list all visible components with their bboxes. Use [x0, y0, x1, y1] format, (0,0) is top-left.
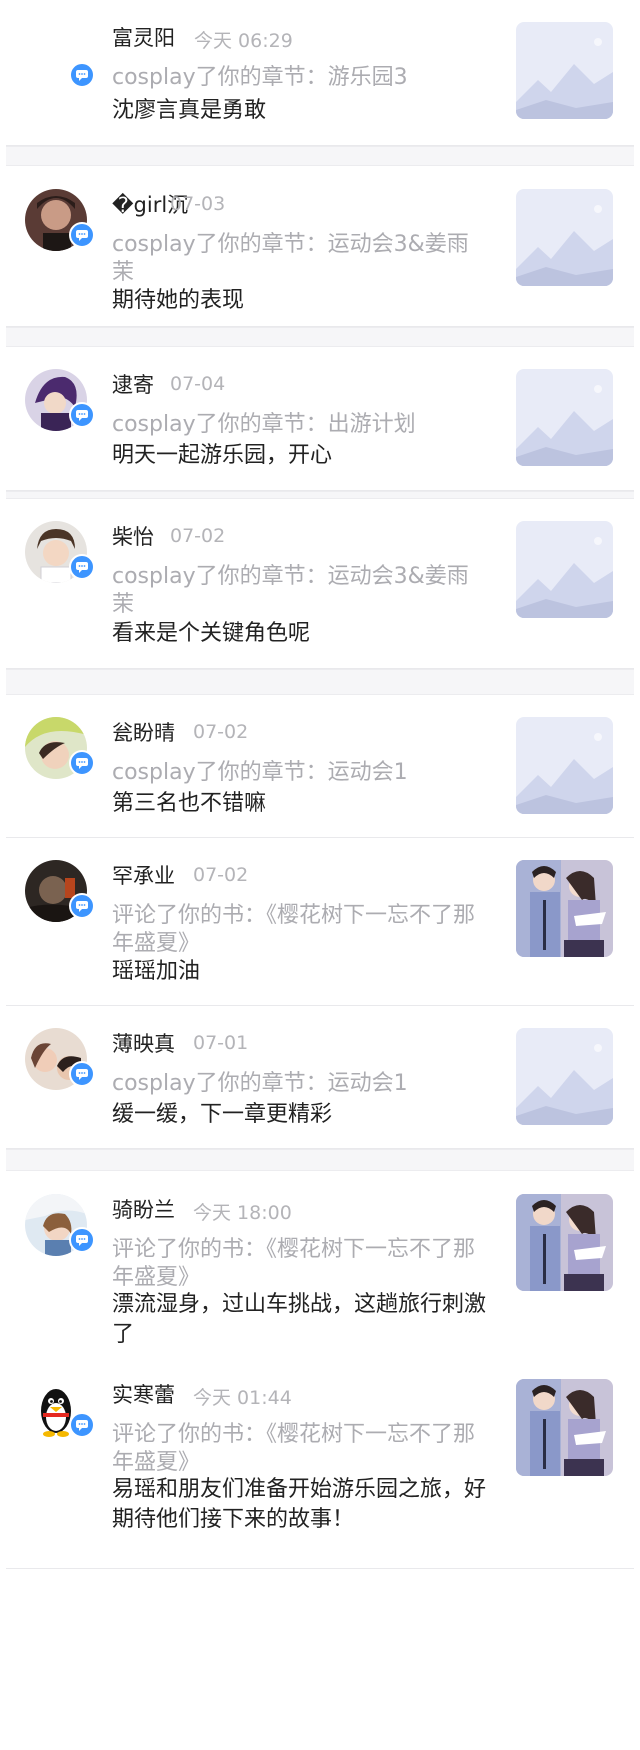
comment-text: 沈廖言真是勇敢: [112, 98, 267, 123]
notification-item[interactable]: 逮寄 07-04 cosplay了你的章节：出游计划 明天一起游乐园，开心: [0, 347, 640, 490]
action-text: 评论了你的书：《樱花树下一忘不了那年盛夏》: [112, 1422, 476, 1475]
user-name[interactable]: 柴怡: [112, 521, 154, 551]
timestamp: 07-04: [170, 373, 226, 395]
user-name[interactable]: 富灵阳: [112, 22, 175, 52]
comment-text: 缓一缓，下一章更精彩: [112, 1102, 333, 1127]
chat-bubble-icon: [69, 893, 95, 919]
notification-item[interactable]: 富灵阳 今天 06:29 cosplay了你的章节：游乐园3 沈廖言真是勇敢: [0, 0, 640, 145]
action-text: cosplay了你的章节：出游计划: [112, 412, 416, 437]
chat-bubble-icon: [69, 1227, 95, 1253]
section-gap: [6, 146, 634, 166]
chat-bubble-icon: [69, 1412, 95, 1438]
chat-bubble-icon: [69, 222, 95, 248]
comment-text: 期待她的表现: [112, 288, 245, 313]
timestamp: 07-02: [193, 721, 249, 743]
chat-bubble-icon: [69, 554, 95, 580]
divider: [6, 1568, 634, 1569]
notification-item[interactable]: 骑盼兰 今天 18:00 评论了你的书：《樱花树下一忘不了那年盛夏》 漂流湿身，…: [0, 1172, 640, 1357]
comment-text: 易瑶和朋友们准备开始游乐园之旅，好期待他们接下来的故事！: [112, 1477, 487, 1532]
section-gap: [6, 491, 634, 499]
chat-bubble-icon: [69, 750, 95, 776]
notification-item[interactable]: 瓮盼晴 07-02 cosplay了你的章节：运动会1 第三名也不错嘛: [0, 695, 640, 837]
notification-item[interactable]: �girl沉 07-03 cosplay了你的章节：运动会3&姜雨茉 期待她的表…: [0, 167, 640, 326]
mountain-placeholder-icon[interactable]: [516, 22, 613, 119]
timestamp: 07-03: [170, 193, 226, 215]
notification-item[interactable]: 实寒蕾 今天 01:44 评论了你的书：《樱花树下一忘不了那年盛夏》 易瑶和朋友…: [0, 1357, 640, 1568]
action-text: cosplay了你的章节：运动会3&姜雨茉: [112, 564, 469, 617]
mountain-placeholder-icon[interactable]: [516, 521, 613, 618]
chat-bubble-icon: [69, 1061, 95, 1087]
chat-bubble-icon: [69, 62, 95, 88]
comment-text: 看来是个关键角色呢: [112, 621, 311, 646]
mountain-placeholder-icon[interactable]: [516, 189, 613, 286]
timestamp: 今天 06:29: [194, 30, 293, 52]
action-text: 评论了你的书：《樱花树下一忘不了那年盛夏》: [112, 1237, 476, 1290]
action-text: cosplay了你的章节：运动会1: [112, 1071, 408, 1096]
chat-bubble-icon: [69, 402, 95, 428]
section-gap: [6, 1149, 634, 1171]
notification-item[interactable]: 柴怡 07-02 cosplay了你的章节：运动会3&姜雨茉 看来是个关键角色呢: [0, 499, 640, 668]
user-name[interactable]: 罕承业: [112, 860, 175, 890]
user-name[interactable]: 骑盼兰: [112, 1194, 175, 1224]
mountain-placeholder-icon[interactable]: [516, 1028, 613, 1125]
notification-item[interactable]: 薄映真 07-01 cosplay了你的章节：运动会1 缓一缓，下一章更精彩: [0, 1006, 640, 1148]
user-name[interactable]: 薄映真: [112, 1028, 175, 1058]
timestamp: 07-01: [193, 1032, 249, 1054]
user-name[interactable]: 实寒蕾: [112, 1379, 175, 1409]
section-gap: [6, 669, 634, 695]
comment-text: 漂流湿身，过山车挑战，这趟旅行刺激了: [112, 1292, 487, 1347]
user-name[interactable]: 逮寄: [112, 369, 154, 399]
notification-item[interactable]: 罕承业 07-02 评论了你的书：《樱花树下一忘不了那年盛夏》 瑶瑶加油: [0, 838, 640, 1005]
user-name[interactable]: 瓮盼晴: [112, 717, 175, 747]
action-text: 评论了你的书：《樱花树下一忘不了那年盛夏》: [112, 903, 476, 956]
timestamp: 今天 01:44: [193, 1387, 292, 1409]
timestamp: 今天 18:00: [193, 1202, 292, 1224]
comment-text: 第三名也不错嘛: [112, 791, 267, 816]
action-text: cosplay了你的章节：运动会1: [112, 760, 408, 785]
book-cover-image[interactable]: [516, 1379, 613, 1476]
comment-text: 明天一起游乐园，开心: [112, 443, 333, 468]
timestamp: 07-02: [170, 525, 226, 547]
action-text: cosplay了你的章节：游乐园3: [112, 65, 408, 90]
book-cover-image[interactable]: [516, 1194, 613, 1291]
section-gap: [6, 327, 634, 347]
mountain-placeholder-icon[interactable]: [516, 717, 613, 814]
comment-text: 瑶瑶加油: [112, 959, 201, 984]
timestamp: 07-02: [193, 864, 249, 886]
action-text: cosplay了你的章节：运动会3&姜雨茉: [112, 232, 469, 285]
mountain-placeholder-icon[interactable]: [516, 369, 613, 466]
book-cover-image[interactable]: [516, 860, 613, 957]
